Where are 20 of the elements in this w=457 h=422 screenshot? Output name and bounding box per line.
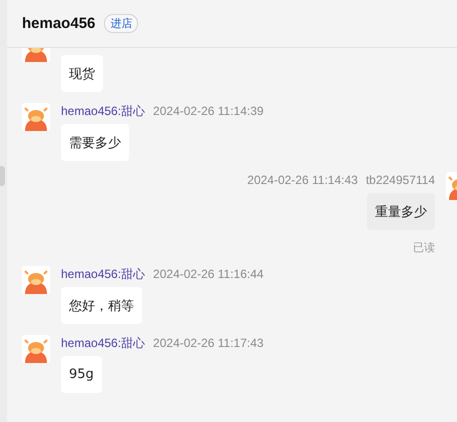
message-time: 2024-02-26 11:14:39 — [153, 103, 264, 119]
read-status: 已读 — [413, 240, 435, 255]
sender-name: hemao456:甜心 — [61, 103, 146, 119]
message-time: 2024-02-26 11:17:43 — [153, 335, 264, 351]
message-time: 2024-02-26 11:14:43 — [247, 172, 358, 188]
chat-title: hemao456 — [22, 15, 96, 32]
message-time: 2024-02-26 11:16:44 — [153, 266, 264, 282]
sender-name: hemao456:甜心 — [61, 335, 146, 351]
message-bubble: 重量多少 — [367, 193, 435, 230]
message-bubble: 您好，稍等 — [61, 287, 142, 324]
store-link[interactable]: 进店 — [104, 14, 138, 33]
message-bubble: 需要多少 — [61, 124, 129, 161]
scrollbar-thumb[interactable] — [0, 166, 5, 186]
message-bubble: 现货 — [61, 55, 103, 92]
cow-avatar-icon — [22, 335, 50, 363]
sender-name: hemao456:甜心 — [61, 266, 146, 282]
cow-avatar-icon — [22, 103, 50, 131]
sender-name: tb224957114 — [366, 172, 435, 188]
cow-avatar-icon — [22, 266, 50, 294]
message-bubble: 95g — [61, 356, 102, 393]
